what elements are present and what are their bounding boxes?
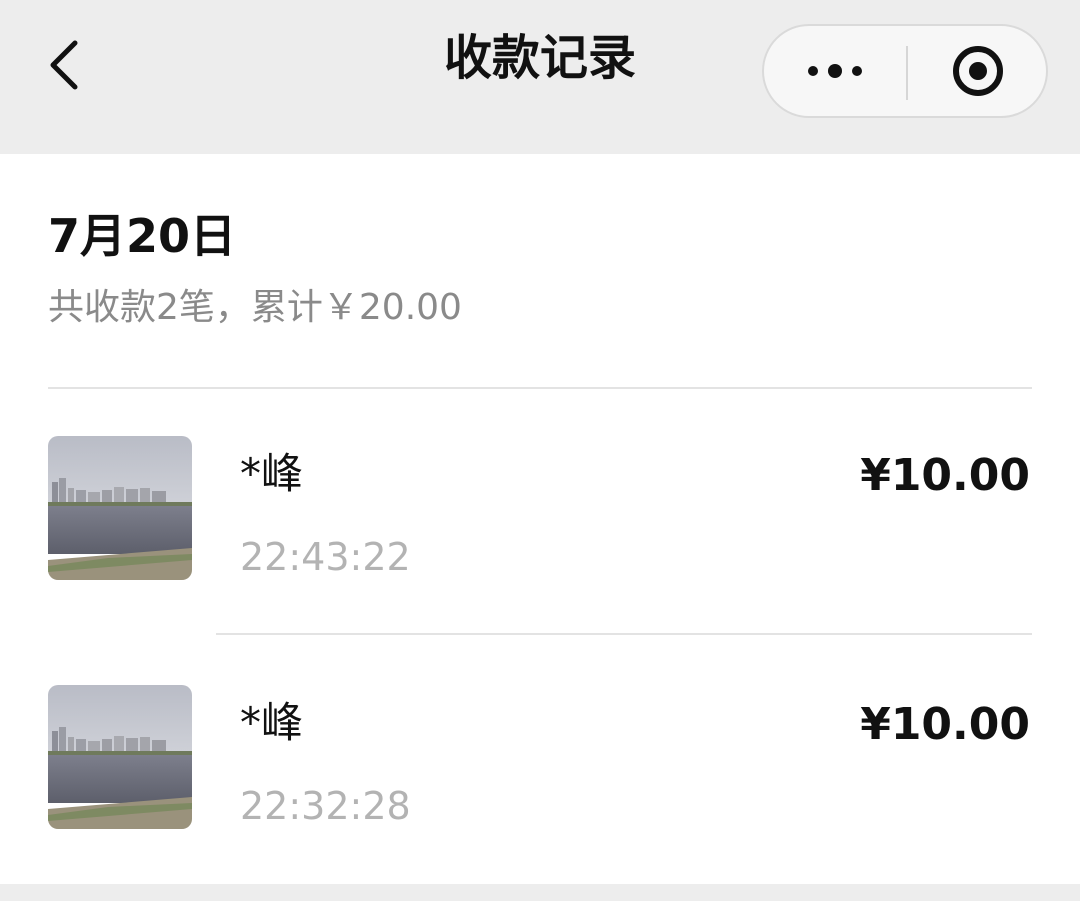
payment-amount: ¥10.00 xyxy=(860,450,1030,501)
section-divider xyxy=(48,387,1032,389)
payment-time: 22:43:22 xyxy=(240,535,411,579)
navigation-bar: 收款记录 xyxy=(0,0,1080,154)
bottom-band xyxy=(0,884,1080,901)
more-button[interactable] xyxy=(764,26,906,116)
more-dots-icon xyxy=(808,64,862,78)
payer-avatar xyxy=(48,685,192,829)
payer-name: *峰 xyxy=(240,449,304,498)
payer-avatar xyxy=(48,436,192,580)
menu-capsule xyxy=(762,24,1048,118)
payment-time: 22:32:28 xyxy=(240,784,411,828)
list-item[interactable]: *峰 22:32:28 ¥10.00 xyxy=(0,685,1080,835)
row-divider xyxy=(216,633,1032,635)
payer-name: *峰 xyxy=(240,698,304,747)
close-miniprogram-button[interactable] xyxy=(908,26,1048,116)
date-heading: 7月20日 xyxy=(48,209,237,263)
day-summary: 共收款2笔，累计￥20.00 xyxy=(48,287,462,328)
list-item[interactable]: *峰 22:43:22 ¥10.00 xyxy=(0,436,1080,586)
payment-amount: ¥10.00 xyxy=(860,699,1030,750)
target-close-icon xyxy=(953,46,1003,96)
